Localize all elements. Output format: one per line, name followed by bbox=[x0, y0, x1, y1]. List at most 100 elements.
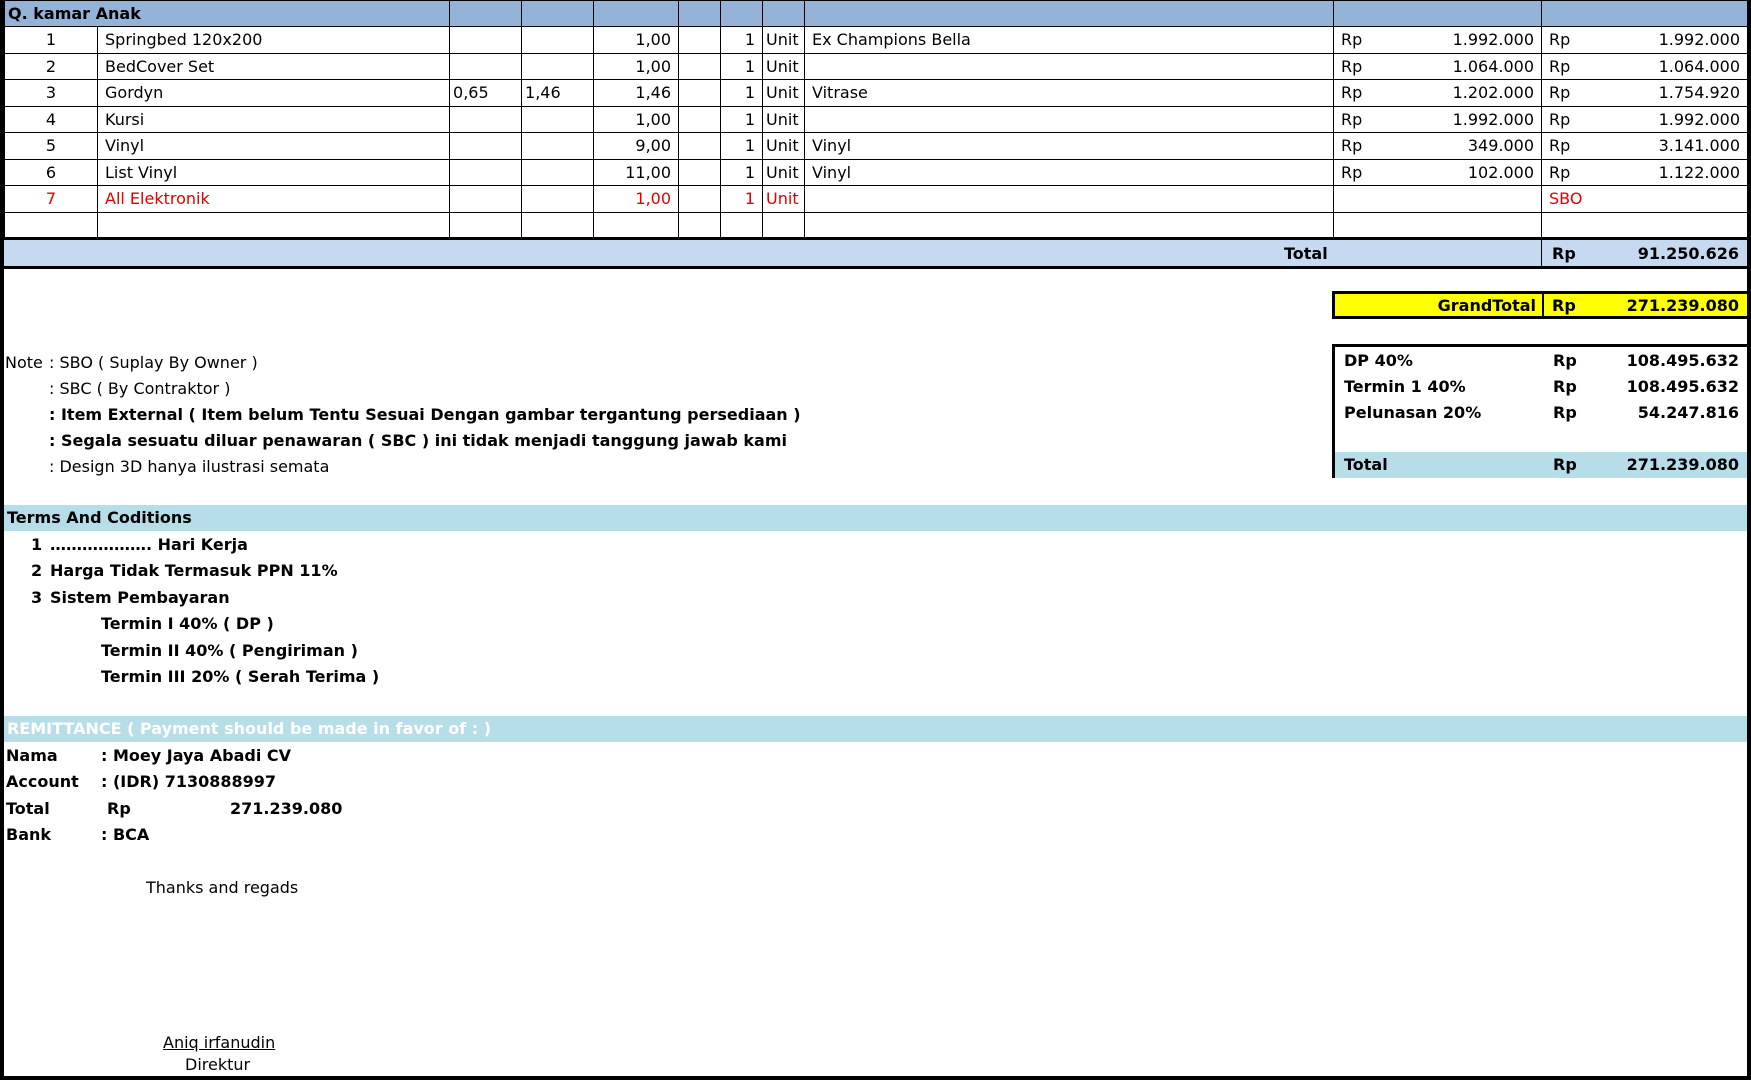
currency-label: Rp bbox=[1549, 56, 1571, 76]
item-length bbox=[521, 132, 595, 160]
item-number: 6 bbox=[4, 158, 98, 186]
table-row: 1 Springbed 120x200 1,00 1 Unit Ex Champ… bbox=[4, 26, 1749, 54]
item-name: Kursi bbox=[96, 105, 451, 133]
total-value: 1.754.920 bbox=[1658, 83, 1741, 103]
item-price: Rp 1.992.000 bbox=[1333, 105, 1543, 133]
item-length bbox=[521, 158, 595, 186]
item-count: 1 bbox=[720, 105, 764, 133]
item-width bbox=[449, 105, 523, 133]
item-count: 1 bbox=[720, 185, 764, 213]
currency-label: Rp bbox=[1552, 296, 1576, 315]
item-total: Rp 3.141.000 bbox=[1541, 132, 1749, 160]
sheet-border bbox=[1747, 0, 1751, 1080]
item-name: Vinyl bbox=[96, 132, 451, 160]
closing-text: Thanks and regads bbox=[146, 878, 299, 897]
item-total: Rp 1.992.000 bbox=[1541, 26, 1749, 54]
empty-row bbox=[4, 211, 1749, 239]
payment-label: Total bbox=[1344, 455, 1388, 474]
remit-value: : Moey Jaya Abadi CV bbox=[101, 746, 292, 765]
item-width bbox=[449, 132, 523, 160]
item-width bbox=[449, 185, 523, 213]
divider bbox=[1541, 240, 1542, 266]
price-value: 1.202.000 bbox=[1452, 83, 1535, 103]
item-price: Rp 1.992.000 bbox=[1333, 26, 1543, 54]
signatory-name: Aniq irfanudin bbox=[163, 1033, 276, 1052]
note-line: : Design 3D hanya ilustrasi semata bbox=[49, 457, 330, 476]
currency-label: Rp bbox=[1341, 136, 1363, 156]
table-row: 7 All Elektronik 1,00 1 Unit SBO bbox=[4, 185, 1749, 213]
currency-label: Rp bbox=[1549, 30, 1571, 50]
remit-value: 271.239.080 bbox=[230, 799, 343, 818]
total-value: 1.064.000 bbox=[1658, 56, 1741, 76]
payment-value: 108.495.632 bbox=[1626, 377, 1739, 396]
item-description: Vinyl bbox=[804, 132, 1335, 160]
item-number: 5 bbox=[4, 132, 98, 160]
currency-label: Rp bbox=[1341, 109, 1363, 129]
currency-label: Rp bbox=[1549, 162, 1571, 182]
currency-label: Rp bbox=[1549, 109, 1571, 129]
term-number: 1 bbox=[31, 535, 43, 554]
item-count: 1 bbox=[720, 158, 764, 186]
remit-label: Total bbox=[6, 799, 50, 818]
price-value: 349.000 bbox=[1467, 136, 1535, 156]
note-line: : Item External ( Item belum Tentu Sesua… bbox=[49, 405, 801, 424]
payment-row: DP 40% Rp 108.495.632 bbox=[1335, 348, 1747, 374]
item-description: Vinyl bbox=[804, 158, 1335, 186]
grand-total-value: 271.239.080 bbox=[1626, 296, 1739, 315]
item-unit: Unit bbox=[762, 52, 806, 80]
payment-value: 271.239.080 bbox=[1626, 455, 1739, 474]
item-number: 3 bbox=[4, 79, 98, 107]
items-table: Q. kamar Anak 1 Springbed 120x200 1,00 1… bbox=[3, 0, 1749, 239]
term-subitem: Termin III 20% ( Serah Terima ) bbox=[101, 667, 380, 686]
item-unit: Unit bbox=[762, 79, 806, 107]
sheet-border bbox=[0, 1076, 1751, 1080]
signatory-title: Direktur bbox=[185, 1055, 251, 1074]
item-total: Rp 1.064.000 bbox=[1541, 52, 1749, 80]
price-value: 1.064.000 bbox=[1452, 56, 1535, 76]
item-width bbox=[449, 52, 523, 80]
item-total: Rp 1.122.000 bbox=[1541, 158, 1749, 186]
payment-label: DP 40% bbox=[1344, 351, 1413, 370]
remit-label: Bank bbox=[6, 825, 52, 844]
payment-total-row: Total Rp 271.239.080 bbox=[1335, 452, 1747, 478]
item-description bbox=[804, 105, 1335, 133]
note-line: : SBO ( Suplay By Owner ) bbox=[49, 353, 258, 372]
currency-label: Rp bbox=[107, 799, 131, 818]
section-header-row: Q. kamar Anak bbox=[3, 0, 1749, 27]
item-name: BedCover Set bbox=[96, 52, 451, 80]
payment-row: Termin 1 40% Rp 108.495.632 bbox=[1335, 374, 1747, 400]
currency-label: Rp bbox=[1341, 56, 1363, 76]
item-name: Springbed 120x200 bbox=[96, 26, 451, 54]
total-value: 3.141.000 bbox=[1658, 136, 1741, 156]
item-number: 7 bbox=[4, 185, 98, 213]
item-count: 1 bbox=[720, 52, 764, 80]
remit-label: Account bbox=[6, 772, 79, 791]
item-qty: 9,00 bbox=[593, 132, 680, 160]
item-number: 4 bbox=[4, 105, 98, 133]
item-count: 1 bbox=[720, 132, 764, 160]
item-price: Rp 1.202.000 bbox=[1333, 79, 1543, 107]
total-value: 1.992.000 bbox=[1658, 109, 1741, 129]
section-total-label: Total bbox=[1284, 244, 1328, 263]
item-length bbox=[521, 26, 595, 54]
notes-block: Note: SBO ( Suplay By Owner ) : SBC ( By… bbox=[5, 350, 801, 480]
payment-label: Termin 1 40% bbox=[1344, 377, 1466, 396]
item-price: Rp 102.000 bbox=[1333, 158, 1543, 186]
item-length bbox=[521, 105, 595, 133]
item-length: 1,46 bbox=[521, 79, 595, 107]
grand-total-label: GrandTotal bbox=[1437, 296, 1536, 315]
note-line: : Segala sesuatu diluar penawaran ( SBC … bbox=[49, 431, 787, 450]
section-title: Q. kamar Anak bbox=[3, 0, 451, 27]
table-row: 2 BedCover Set 1,00 1 Unit Rp 1.064.000 R… bbox=[4, 52, 1749, 80]
item-qty: 1,00 bbox=[593, 185, 680, 213]
term-number: 3 bbox=[31, 588, 43, 607]
term-subitem: Termin II 40% ( Pengiriman ) bbox=[101, 641, 358, 660]
currency-label: Rp bbox=[1341, 162, 1363, 182]
item-total: SBO bbox=[1541, 185, 1749, 213]
item-unit: Unit bbox=[762, 132, 806, 160]
table-row: 5 Vinyl 9,00 1 Unit Vinyl Rp 349.000 Rp 3.… bbox=[4, 132, 1749, 160]
item-width bbox=[449, 26, 523, 54]
section-total-value: 91.250.626 bbox=[1637, 244, 1739, 263]
item-price: Rp 349.000 bbox=[1333, 132, 1543, 160]
remittance-title: REMITTANCE ( Payment should be made in f… bbox=[4, 716, 1747, 742]
